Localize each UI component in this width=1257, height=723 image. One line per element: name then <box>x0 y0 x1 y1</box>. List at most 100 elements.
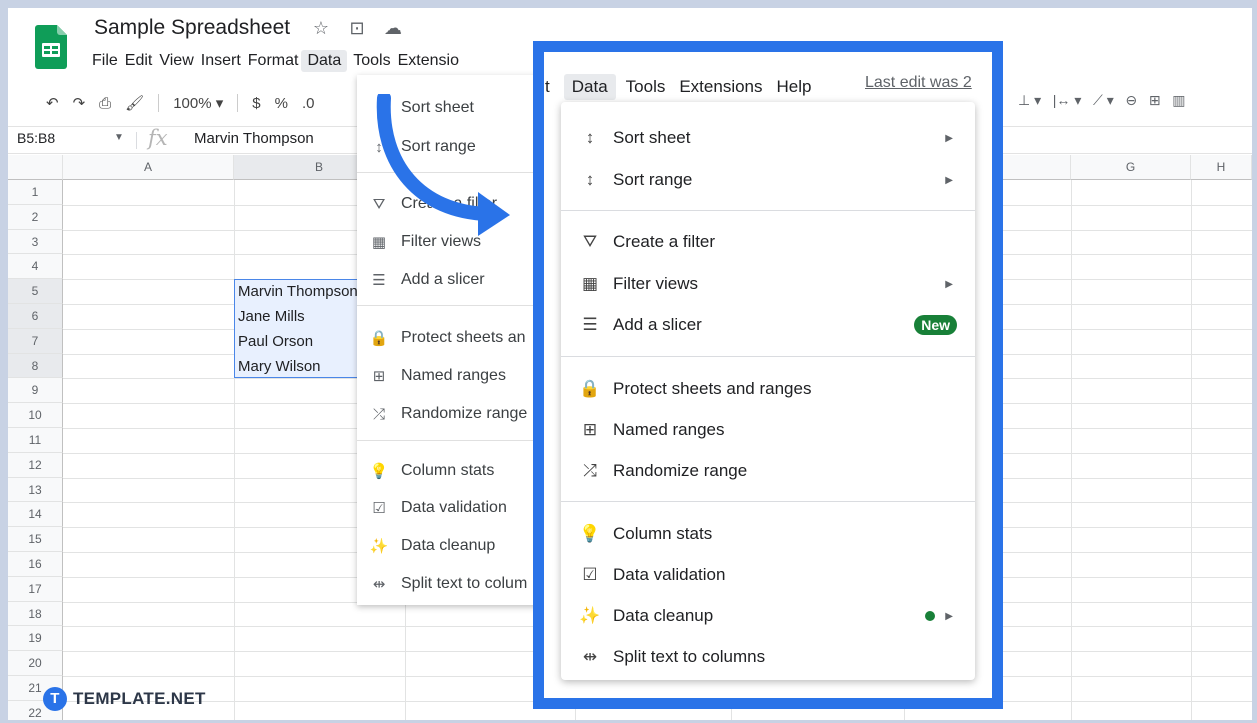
menu-item[interactable]: ▦ Filter views ▶ <box>579 268 957 300</box>
menu-format[interactable]: Format <box>248 50 306 72</box>
menu-item[interactable]: 💡 Column stats <box>579 518 957 550</box>
menu-data[interactable]: Data <box>301 50 348 72</box>
menu-item[interactable]: ↕ Sort range ▶ <box>579 164 957 196</box>
column-header[interactable]: H <box>1191 155 1252 180</box>
cell-value[interactable]: Marvin Thompson <box>238 283 358 300</box>
row-header[interactable]: 3 <box>8 229 63 255</box>
menu-item[interactable]: ⤮ Randomize range <box>579 455 957 487</box>
comment-icon[interactable]: ⊞ <box>1149 92 1161 108</box>
menu-item[interactable]: ⤮ Randomize range <box>369 405 527 423</box>
row-header[interactable]: 2 <box>8 204 63 230</box>
submenu-arrow-icon: ▶ <box>945 132 953 144</box>
cell-value[interactable]: Mary Wilson <box>238 358 321 375</box>
text-rotate-icon[interactable]: ⟋ ▾ <box>1093 92 1114 108</box>
row-header[interactable]: 20 <box>8 651 63 676</box>
move-icon[interactable]: ⊡ <box>346 17 368 39</box>
zoom-value: 100% <box>173 95 212 112</box>
decimal-button[interactable]: .0 <box>302 95 315 112</box>
star-icon[interactable]: ☆ <box>310 17 332 39</box>
row-header[interactable]: 18 <box>8 601 63 627</box>
toolbar-divider <box>237 94 239 112</box>
chart-icon[interactable]: ▥ <box>1172 92 1185 108</box>
menu-item[interactable]: ✨ Data cleanup ▶ <box>579 600 957 632</box>
menu-item[interactable]: ⛛ Create a filter <box>579 226 957 258</box>
row-header[interactable]: 15 <box>8 527 63 552</box>
row-header[interactable]: 8 <box>8 353 63 379</box>
menu-item[interactable]: ✨ Data cleanup <box>369 537 496 555</box>
menu-item[interactable]: ☑ Data validation <box>369 499 507 517</box>
menu-view[interactable]: View <box>159 50 200 72</box>
paint-format-icon[interactable]: 🖌 <box>125 94 144 112</box>
currency-button[interactable]: $ <box>252 95 260 112</box>
menu-item[interactable]: ☑ Data validation <box>579 559 957 591</box>
menu-item-label: Create a filter <box>613 232 716 251</box>
menu-item-label: Named ranges <box>613 420 725 439</box>
menu-item-icon: 🔒 <box>579 379 601 398</box>
document-title[interactable]: Sample Spreadsheet <box>94 16 290 40</box>
select-all-corner[interactable] <box>8 155 63 180</box>
valign-icon[interactable]: ⊥ ▾ <box>1018 92 1041 108</box>
sheets-logo-icon[interactable] <box>35 25 67 69</box>
menu-item[interactable]: ☰ Add a slicer <box>369 271 484 289</box>
row-header[interactable]: 10 <box>8 403 63 428</box>
text-wrap-icon[interactable]: |↔ ▾ <box>1053 92 1082 108</box>
cell-value[interactable]: Jane Mills <box>238 308 305 325</box>
row-header[interactable]: 13 <box>8 477 63 503</box>
column-header[interactable]: G <box>1071 155 1191 180</box>
chevron-down-icon[interactable]: ▼ <box>114 132 124 143</box>
menu-help[interactable]: Help <box>777 77 812 97</box>
row-header[interactable]: 4 <box>8 254 63 280</box>
menu-item-label: Sort range <box>613 170 693 189</box>
menu-divider <box>561 356 975 357</box>
row-header[interactable]: 9 <box>8 378 63 404</box>
menu-item[interactable]: 🔒 Protect sheets an <box>369 329 526 347</box>
print-icon[interactable]: ⎙ <box>99 95 111 112</box>
menu-item-label: Column stats <box>613 524 713 543</box>
row-header[interactable]: 6 <box>8 304 63 329</box>
row-header[interactable]: 7 <box>8 328 63 354</box>
menu-extensions[interactable]: Extensions <box>679 77 762 97</box>
menu-item[interactable]: ⊞ Named ranges <box>369 367 506 385</box>
percent-button[interactable]: % <box>275 95 288 112</box>
cell-value[interactable]: Paul Orson <box>238 333 313 350</box>
redo-icon[interactable]: ↷ <box>73 94 86 112</box>
row-header[interactable]: 5 <box>8 279 63 304</box>
undo-icon[interactable]: ↶ <box>46 94 59 112</box>
menu-item-label: Split text to columns <box>613 647 766 666</box>
menu-extensions[interactable]: Extensio <box>398 50 466 72</box>
menu-item[interactable]: 💡 Column stats <box>369 462 495 480</box>
row-header[interactable]: 14 <box>8 502 63 528</box>
menu-data[interactable]: Data <box>563 74 616 100</box>
last-edit-link[interactable]: Last edit was 2 <box>865 74 985 92</box>
menu-insert-partial[interactable]: t <box>545 77 550 97</box>
menu-item[interactable]: ☰ Add a slicer New <box>579 309 957 341</box>
row-header[interactable]: 11 <box>8 428 63 453</box>
menu-item[interactable]: ⊞ Named ranges <box>579 414 957 446</box>
menu-item-icon: ⤮ <box>372 405 385 423</box>
menu-file[interactable]: File <box>92 50 125 72</box>
name-box[interactable]: B5:B8 <box>17 130 55 146</box>
menu-item[interactable]: 🔒 Protect sheets and ranges <box>579 373 957 405</box>
menu-item[interactable]: ↕ Sort sheet ▶ <box>579 122 957 154</box>
link-icon[interactable]: ⊖ <box>1125 92 1137 108</box>
fx-icon: fx <box>148 126 168 150</box>
screenshot-frame: Sample Spreadsheet ☆ ⊡ ☁ File Edit View … <box>8 8 1252 720</box>
menu-divider <box>357 305 541 306</box>
submenu-arrow-icon: ▶ <box>945 174 953 186</box>
menu-item[interactable]: ⇹ Split text to colum <box>369 575 528 593</box>
menu-item-label: Filter views <box>613 274 699 293</box>
column-header[interactable]: A <box>63 155 234 180</box>
cloud-status-icon[interactable]: ☁ <box>382 17 404 39</box>
menu-tools[interactable]: Tools <box>626 77 666 97</box>
formula-input[interactable]: Marvin Thompson <box>194 130 314 147</box>
menu-item[interactable]: ⇹ Split text to columns <box>579 641 957 673</box>
row-header[interactable]: 16 <box>8 552 63 577</box>
row-header[interactable]: 12 <box>8 452 63 478</box>
row-header[interactable]: 17 <box>8 576 63 602</box>
row-header[interactable]: 1 <box>8 180 63 205</box>
menu-insert[interactable]: Insert <box>201 50 248 72</box>
menu-tools[interactable]: Tools <box>353 50 397 72</box>
row-header[interactable]: 19 <box>8 626 63 652</box>
menu-edit[interactable]: Edit <box>125 50 160 72</box>
zoom-select[interactable]: 100% ▾ <box>173 94 223 112</box>
